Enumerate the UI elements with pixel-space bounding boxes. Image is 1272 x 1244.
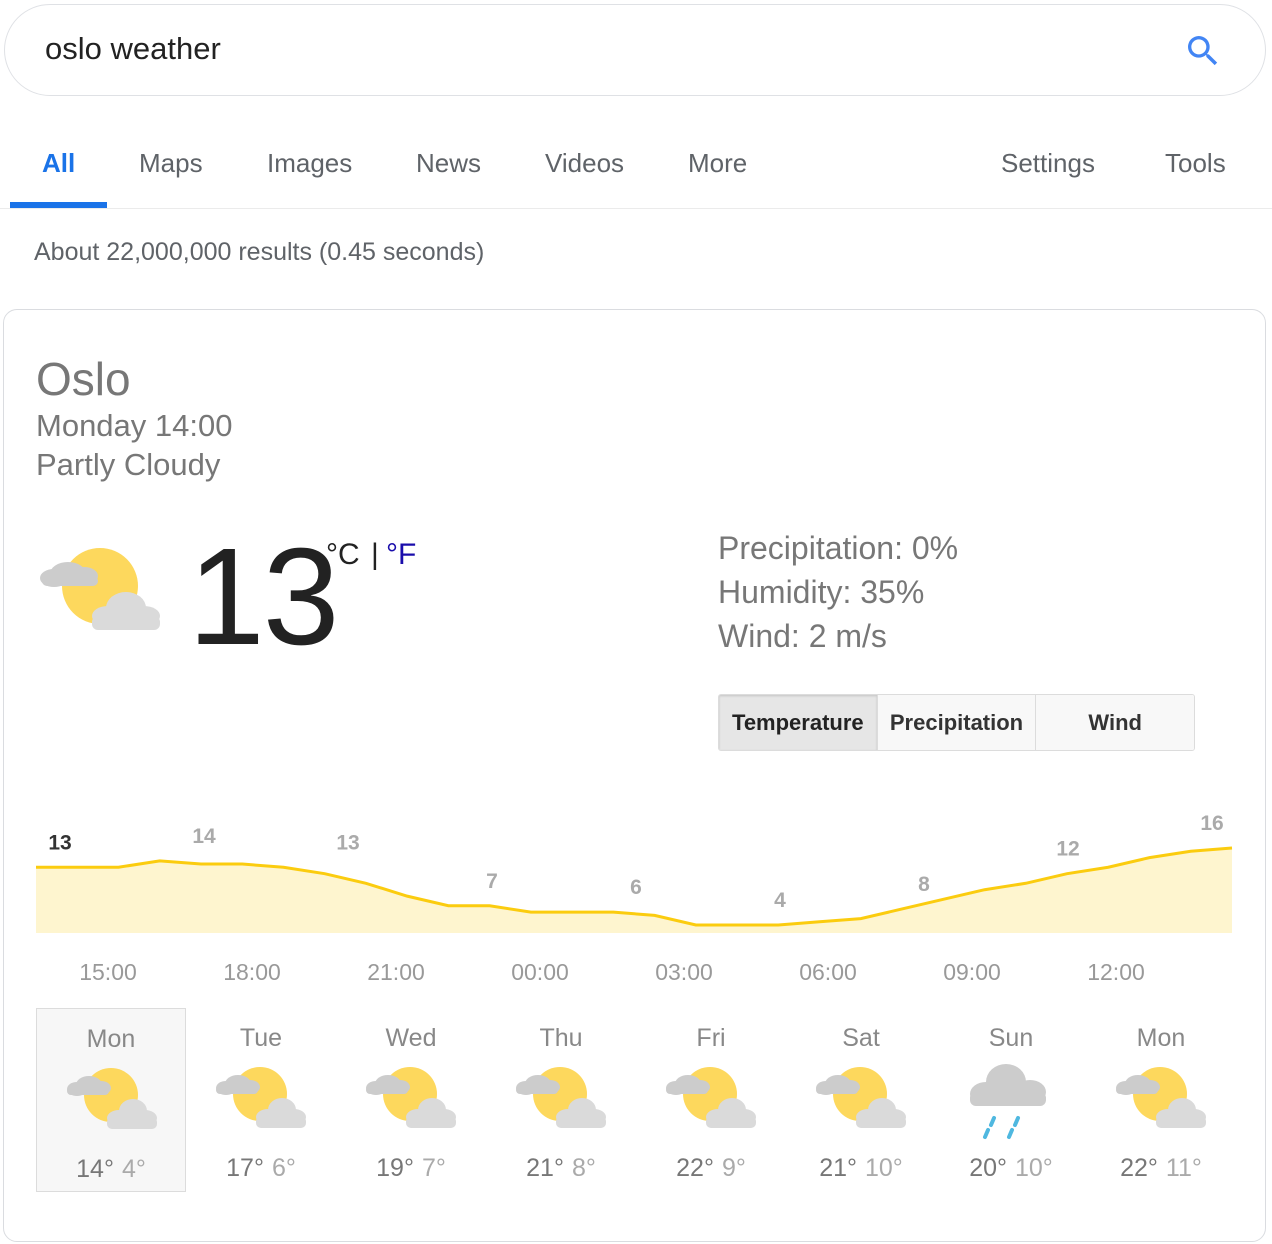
- tab-tools[interactable]: Tools: [1165, 148, 1226, 179]
- low-temp: 10°: [1015, 1154, 1053, 1182]
- high-temp: 19°: [376, 1154, 414, 1182]
- day-name: Thu: [539, 1024, 583, 1052]
- weather-city: Oslo: [36, 353, 131, 405]
- forecast-day[interactable]: Fri 22° 9°: [636, 1008, 786, 1192]
- forecast-day[interactable]: Thu 21° 8°: [486, 1008, 636, 1192]
- day-temps: 20° 10°: [936, 1154, 1086, 1183]
- day-name: Sun: [988, 1024, 1034, 1052]
- forecast-days: Mon 14° 4° Tue 17° 6° Wed 19° 7° Thu 21° 8° Fri 22° 9°…: [36, 1008, 1236, 1192]
- forecast-day[interactable]: Mon 14° 4°: [36, 1008, 186, 1192]
- search-icon[interactable]: [1183, 31, 1223, 71]
- unit-celsius[interactable]: °C: [326, 538, 360, 572]
- low-temp: 11°: [1165, 1154, 1202, 1182]
- chart-tick-label: 06:00: [799, 959, 857, 985]
- day-name: Sat: [842, 1024, 880, 1052]
- low-temp: 4°: [121, 1155, 146, 1183]
- chart-value-label: 12: [1056, 838, 1079, 861]
- tab-images[interactable]: Images: [267, 148, 352, 179]
- chart-tick-label: 03:00: [655, 959, 713, 985]
- tab-all[interactable]: All: [42, 148, 75, 179]
- rain-icon: [964, 1062, 1058, 1140]
- high-temp: 22°: [676, 1154, 714, 1182]
- day-temps: 22° 9°: [636, 1154, 786, 1183]
- search-input[interactable]: [45, 31, 1045, 67]
- temperature-chart: 13 14 13 7 6 4 8 12 16 15:00 18:00 21:00 00:00 03:00 0…: [36, 812, 1233, 985]
- chart-value-label: 7: [486, 870, 498, 893]
- partly-cloudy-icon: [65, 1063, 159, 1141]
- day-name: Fri: [696, 1024, 726, 1052]
- day-name: Wed: [385, 1024, 437, 1052]
- chart-value-label: 4: [774, 889, 786, 912]
- search-box[interactable]: [4, 4, 1266, 96]
- high-temp: 21°: [819, 1154, 857, 1182]
- tab-videos[interactable]: Videos: [545, 148, 624, 179]
- high-temp: 20°: [969, 1154, 1007, 1182]
- chart-value-label: 13: [336, 831, 359, 854]
- weather-datetime: Monday 14:00: [36, 408, 233, 443]
- partly-cloudy-icon: [664, 1062, 758, 1140]
- day-name: Tue: [239, 1024, 283, 1052]
- chart-value-label: 14: [192, 825, 216, 848]
- current-temperature: 13: [188, 520, 339, 674]
- chart-value-label: 16: [1200, 812, 1223, 835]
- high-temp: 21°: [526, 1154, 564, 1182]
- partly-cloudy-icon: [514, 1062, 608, 1140]
- tab-settings[interactable]: Settings: [1001, 148, 1095, 179]
- day-name: Mon: [1136, 1024, 1186, 1052]
- forecast-day[interactable]: Mon 22° 11°: [1086, 1008, 1236, 1192]
- forecast-day[interactable]: Wed 19° 7°: [336, 1008, 486, 1192]
- tab-news[interactable]: News: [416, 148, 481, 179]
- chart-value-label: 6: [630, 876, 642, 899]
- day-temps: 21° 8°: [486, 1154, 636, 1183]
- forecast-day[interactable]: Tue 17° 6°: [186, 1008, 336, 1192]
- wind-button[interactable]: Wind: [1036, 695, 1194, 750]
- wind-text: Wind: 2 m/s: [718, 618, 887, 654]
- low-temp: 10°: [865, 1154, 903, 1182]
- humidity-text: Humidity: 35%: [718, 574, 925, 610]
- chart-tick-label: 15:00: [79, 959, 137, 985]
- precipitation-text: Precipitation: 0%: [718, 530, 959, 566]
- day-name: Mon: [86, 1025, 136, 1053]
- chart-tick-label: 21:00: [367, 959, 425, 985]
- day-temps: 21° 10°: [786, 1154, 936, 1183]
- unit-separator: |: [371, 538, 379, 571]
- precipitation-button[interactable]: Precipitation: [877, 695, 1037, 750]
- chart-tick-label: 18:00: [223, 959, 281, 985]
- day-temps: 14° 4°: [37, 1155, 185, 1184]
- weather-condition: Partly Cloudy: [36, 447, 221, 482]
- low-temp: 8°: [571, 1154, 596, 1182]
- tab-more[interactable]: More: [688, 148, 747, 179]
- forecast-day[interactable]: Sun 20° 10°: [936, 1008, 1086, 1192]
- result-stats: About 22,000,000 results (0.45 seconds): [34, 238, 485, 266]
- temperature-button[interactable]: Temperature: [719, 695, 878, 750]
- chart-value-label: 13: [48, 831, 71, 854]
- tab-maps[interactable]: Maps: [139, 148, 203, 179]
- day-temps: 17° 6°: [186, 1154, 336, 1183]
- chart-value-label: 8: [918, 873, 930, 896]
- low-temp: 9°: [721, 1154, 746, 1182]
- chart-tick-label: 12:00: [1087, 959, 1145, 985]
- low-temp: 7°: [421, 1154, 446, 1182]
- high-temp: 22°: [1120, 1154, 1158, 1182]
- day-temps: 19° 7°: [336, 1154, 486, 1183]
- partly-cloudy-icon: [364, 1062, 458, 1140]
- high-temp: 14°: [76, 1155, 114, 1183]
- search-tabs: All Maps Images News Videos More Setting…: [0, 96, 1272, 209]
- active-tab-indicator: [10, 202, 107, 208]
- unit-fahrenheit-link[interactable]: °F: [386, 538, 416, 572]
- weather-details: Precipitation: 0% Humidity: 35% Wind: 2 …: [718, 530, 958, 662]
- metric-selector: Temperature Precipitation Wind: [718, 694, 1195, 751]
- day-temps: 22° 11°: [1086, 1154, 1236, 1183]
- high-temp: 17°: [226, 1154, 264, 1182]
- chart-tick-label: 00:00: [511, 959, 569, 985]
- partly-cloudy-icon: [1114, 1062, 1208, 1140]
- partly-cloudy-icon: [814, 1062, 908, 1140]
- chart-tick-label: 09:00: [943, 959, 1001, 985]
- partly-cloudy-icon: [40, 548, 160, 630]
- partly-cloudy-icon: [214, 1062, 308, 1140]
- low-temp: 6°: [271, 1154, 296, 1182]
- forecast-day[interactable]: Sat 21° 10°: [786, 1008, 936, 1192]
